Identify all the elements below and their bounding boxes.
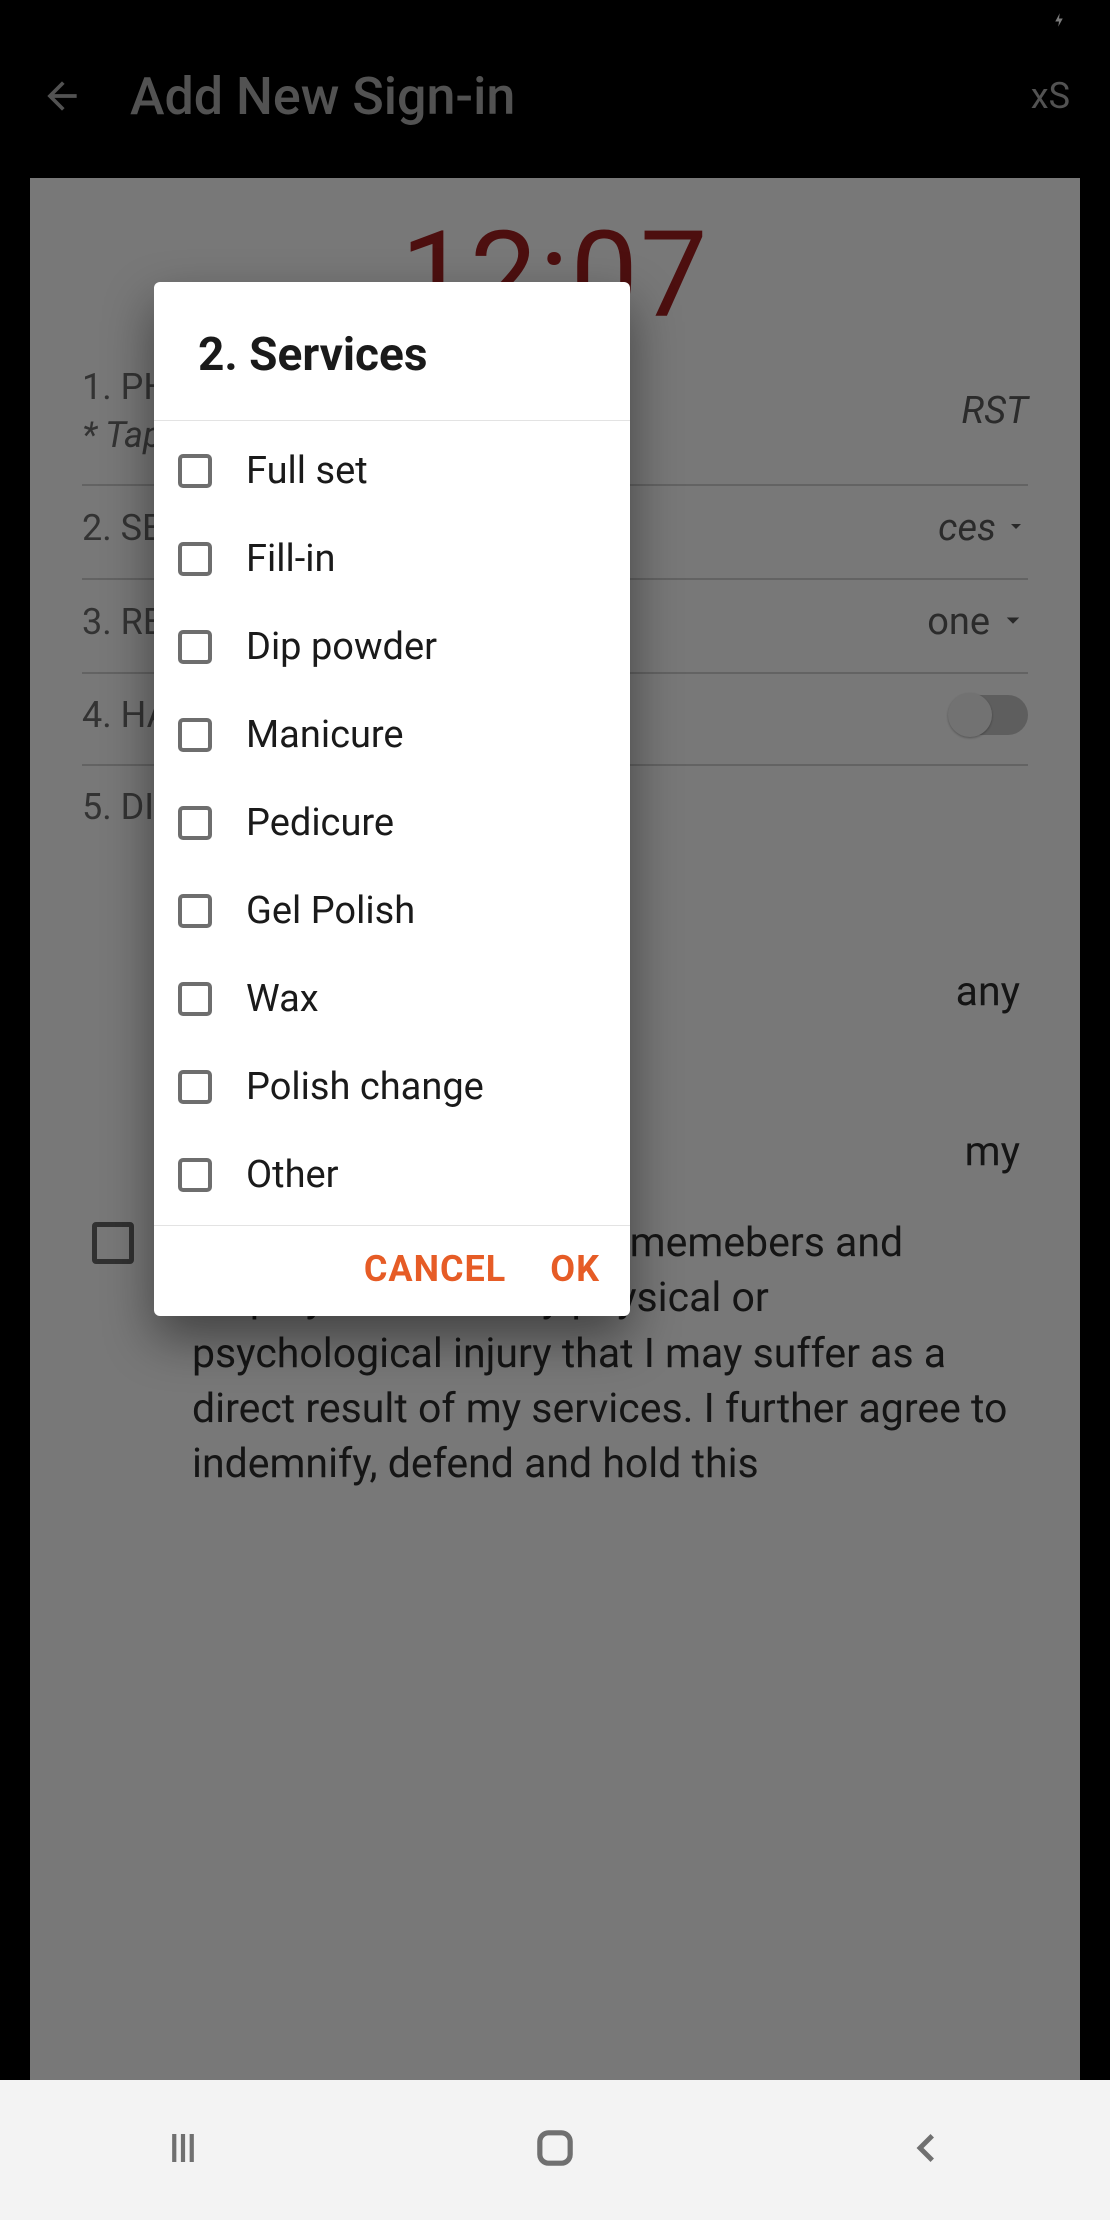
service-option[interactable]: Other — [154, 1131, 630, 1219]
service-option[interactable]: Polish change — [154, 1043, 630, 1131]
system-nav-bar — [0, 2080, 1110, 2220]
dialog-title: 2. Services — [154, 282, 630, 420]
checkbox-icon[interactable] — [178, 806, 212, 840]
chevron-left-icon — [906, 2127, 948, 2169]
recents-button[interactable] — [162, 2127, 204, 2173]
checkbox-icon[interactable] — [178, 630, 212, 664]
android-back-button[interactable] — [906, 2127, 948, 2173]
dialog-buttons: CANCEL OK — [154, 1226, 630, 1316]
service-option[interactable]: Dip powder — [154, 603, 630, 691]
service-label: Polish change — [246, 1065, 484, 1109]
service-option[interactable]: Manicure — [154, 691, 630, 779]
service-option[interactable]: Gel Polish — [154, 867, 630, 955]
service-label: Dip powder — [246, 625, 437, 669]
cancel-button[interactable]: CANCEL — [364, 1248, 506, 1290]
ok-button[interactable]: OK — [550, 1248, 600, 1290]
home-button[interactable] — [529, 2122, 581, 2178]
service-option[interactable]: Pedicure — [154, 779, 630, 867]
checkbox-icon[interactable] — [178, 1158, 212, 1192]
services-dialog: 2. Services Full set Fill-in Dip powder Man… — [154, 282, 630, 1316]
checkbox-icon[interactable] — [178, 718, 212, 752]
checkbox-icon[interactable] — [178, 1070, 212, 1104]
services-list: Full set Fill-in Dip powder Manicure Pedicur… — [154, 421, 630, 1225]
service-label: Full set — [246, 449, 368, 493]
service-label: Fill-in — [246, 537, 335, 581]
checkbox-icon[interactable] — [178, 894, 212, 928]
service-label: Wax — [246, 977, 319, 1021]
checkbox-icon[interactable] — [178, 454, 212, 488]
service-option[interactable]: Full set — [154, 427, 630, 515]
checkbox-icon[interactable] — [178, 982, 212, 1016]
recents-icon — [162, 2127, 204, 2169]
service-option[interactable]: Fill-in — [154, 515, 630, 603]
checkbox-icon[interactable] — [178, 542, 212, 576]
service-label: Pedicure — [246, 801, 394, 845]
service-label: Gel Polish — [246, 889, 415, 933]
service-label: Other — [246, 1153, 339, 1197]
home-icon — [529, 2122, 581, 2174]
service-label: Manicure — [246, 713, 404, 757]
service-option[interactable]: Wax — [154, 955, 630, 1043]
